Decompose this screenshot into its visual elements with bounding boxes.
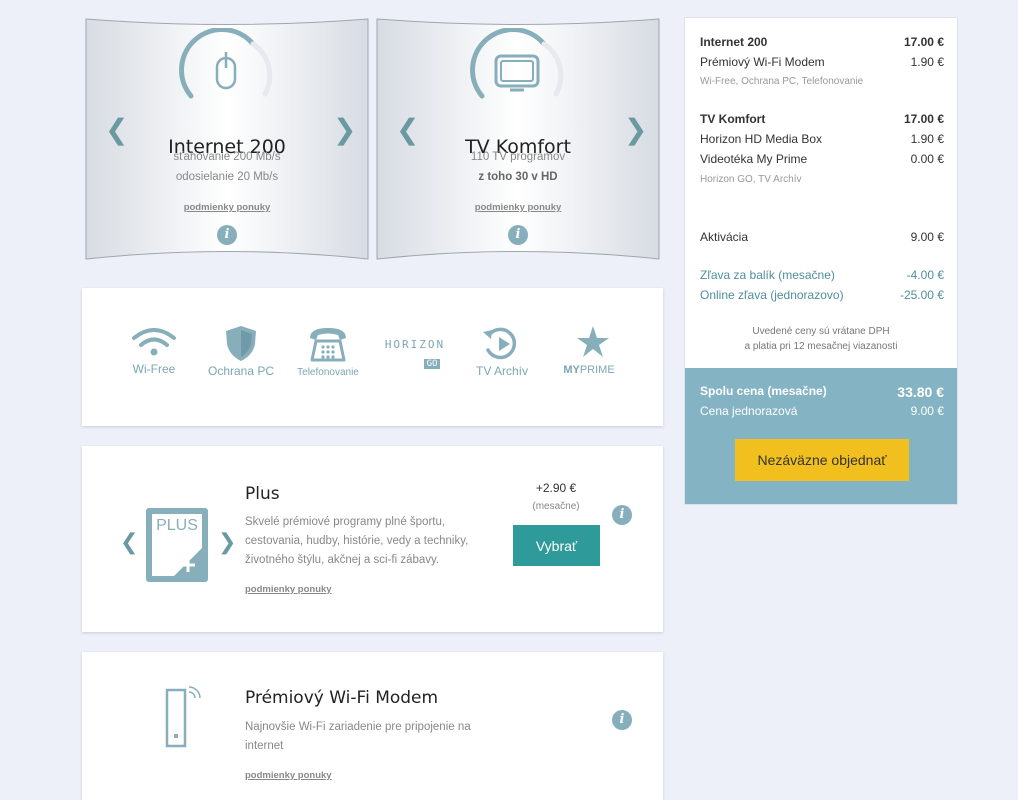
price-note-2: a platia pri 12 mesačnej viazanosti	[744, 341, 898, 352]
feature-label: TV Archív	[475, 364, 528, 378]
item-price: 0.00 €	[910, 152, 944, 166]
mouse-icon	[179, 28, 273, 99]
item-price: 9.00 €	[910, 230, 944, 244]
addon-title: Prémiový Wi-Fi Modem	[245, 688, 439, 708]
summary-row-tv: TV Komfort 17.00 €	[700, 112, 944, 126]
order-summary: Internet 200 17.00 € Prémiový Wi-Fi Modem…	[684, 17, 958, 505]
package-line-1: sťahovanie 200 Mb/s	[173, 151, 281, 163]
total-monthly: Spolu cena (mesačne) 33.80 €	[700, 384, 944, 400]
go-label: GO	[423, 359, 441, 369]
horizon-label: HORIZON	[384, 338, 446, 351]
order-button[interactable]: Nezáväzne objednať	[735, 439, 909, 481]
my-prime-label: MYPRIME	[545, 364, 633, 376]
modem-icon	[165, 686, 201, 748]
package-card-internet: ❮ ❯ Internet 200 sťahovanie 200 Mb/s odo…	[85, 18, 369, 264]
item-name: Aktivácia	[700, 230, 749, 244]
package-card-tv: ❮ ❯ TV Komfort 110 TV programov z toho 3…	[376, 18, 660, 264]
item-price: 1.90 €	[910, 55, 944, 69]
horizon-go-logo: HORIZON GO	[371, 338, 459, 370]
package-line-2: odosielanie 20 Mb/s	[175, 171, 279, 183]
summary-row-activation: Aktivácia 9.00 €	[700, 230, 944, 244]
summary-total-box: Spolu cena (mesačne) 33.80 € Cena jednora…	[685, 368, 957, 504]
wifi-icon	[132, 328, 176, 356]
summary-row-internet: Internet 200 17.00 €	[700, 35, 944, 49]
summary-row-mediabox: Horizon HD Media Box 1.90 €	[700, 132, 944, 146]
select-addon-button[interactable]: Vybrať	[513, 525, 600, 566]
addon-modem-panel: Prémiový Wi-Fi Modem Najnovšie Wi-Fi zar…	[82, 652, 663, 800]
extras-text: Horizon GO, TV Archív	[700, 174, 802, 185]
item-price: 1.90 €	[910, 132, 944, 146]
price-note-1: Uvedené ceny sú vrátane DPH	[752, 326, 890, 337]
package-terms-link[interactable]: podmienky ponuky	[376, 202, 660, 213]
item-price: 17.00 €	[903, 35, 944, 49]
total-label: Cena jednorazová	[700, 404, 798, 418]
item-price: -4.00 €	[906, 268, 944, 282]
features-panel: Wi-Free Ochrana PC Telefonovanie HORIZON…	[82, 288, 663, 426]
item-price: 17.00 €	[903, 112, 944, 126]
item-name: Zľava za balík (mesačne)	[700, 268, 835, 282]
item-name: TV Komfort	[700, 112, 766, 126]
item-name: Internet 200	[700, 35, 768, 49]
item-price: -25.00 €	[899, 288, 944, 302]
next-addon-arrow[interactable]: ❯	[218, 532, 236, 554]
my-prime-logo: MYPRIME	[545, 324, 633, 376]
feature-tv-archive: TV Archív	[458, 324, 546, 378]
addon-terms-link[interactable]: podmienky ponuky	[245, 584, 332, 595]
summary-row-videoteka: Videotéka My Prime 0.00 €	[700, 152, 944, 166]
addon-description: Skvelé prémiové programy plné športu, ce…	[245, 516, 469, 566]
total-price: 33.80 €	[897, 384, 944, 400]
feature-label: Ochrana PC	[207, 364, 275, 378]
star-icon	[577, 326, 609, 357]
package-line-1: 110 TV programov	[470, 151, 566, 163]
my-label: MY	[563, 364, 580, 376]
package-line-2: z toho 30 v HD	[478, 171, 558, 183]
addon-price: +2.90 €	[535, 481, 577, 495]
summary-row-online-discount: Online zľava (jednorazovo) -25.00 €	[700, 288, 944, 302]
feature-wifi: Wi-Free	[110, 324, 198, 376]
item-name: Prémiový Wi-Fi Modem	[700, 55, 825, 69]
feature-pc-protection: Ochrana PC	[197, 324, 285, 378]
addon-description: Najnovšie Wi-Fi zariadenie pre pripojeni…	[245, 721, 471, 752]
addon-terms-link[interactable]: podmienky ponuky	[245, 770, 332, 781]
info-icon[interactable]: i	[508, 225, 528, 245]
tv-icon	[470, 28, 564, 99]
addon-price-period: (mesačne)	[532, 501, 580, 512]
prev-addon-arrow[interactable]: ❮	[120, 532, 138, 554]
info-icon[interactable]: i	[612, 710, 632, 730]
feature-label: Wi-Free	[132, 362, 176, 376]
plus-badge-label: PLUS	[156, 517, 198, 534]
summary-row-modem: Prémiový Wi-Fi Modem 1.90 €	[700, 55, 944, 69]
prime-label: PRIME	[579, 364, 615, 376]
feature-label: Telefonovanie	[297, 367, 359, 378]
feature-phone: Telefonovanie	[284, 324, 372, 378]
info-icon[interactable]: i	[612, 505, 632, 525]
package-terms-link[interactable]: podmienky ponuky	[85, 202, 369, 213]
total-label: Spolu cena (mesačne)	[700, 384, 827, 398]
addon-title: Plus	[245, 484, 280, 504]
summary-internet-extras: Wi-Free, Ochrana PC, Telefonovanie	[700, 76, 944, 87]
addon-plus-panel: ❮ ❯ PLUS Plus Skvelé prémiové programy p…	[82, 446, 663, 632]
total-one-time: Cena jednorazová 9.00 €	[700, 404, 944, 418]
total-price: 9.00 €	[910, 404, 944, 418]
tv-archive-icon	[483, 327, 517, 360]
summary-row-bundle-discount: Zľava za balík (mesačne) -4.00 €	[700, 268, 944, 282]
summary-tv-extras: Horizon GO, TV Archív	[700, 174, 944, 185]
extras-text: Wi-Free, Ochrana PC, Telefonovanie	[700, 76, 864, 87]
item-name: Horizon HD Media Box	[700, 132, 823, 146]
info-icon[interactable]: i	[217, 225, 237, 245]
item-name: Videotéka My Prime	[700, 152, 808, 166]
phone-icon	[310, 328, 346, 362]
item-name: Online zľava (jednorazovo)	[700, 288, 844, 302]
shield-icon	[226, 326, 256, 361]
